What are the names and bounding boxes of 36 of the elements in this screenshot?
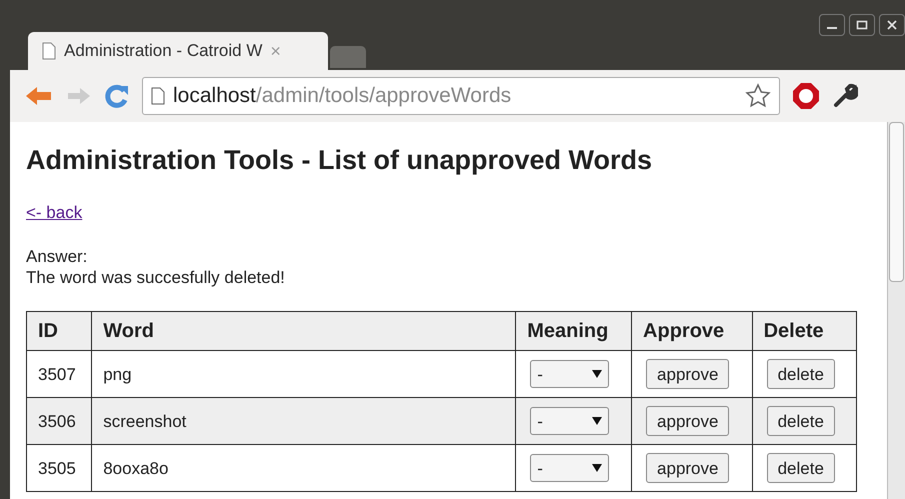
minimize-button[interactable]	[819, 14, 845, 36]
tab-title: Administration - Catroid W	[64, 40, 262, 62]
delete-button[interactable]: delete	[766, 453, 835, 484]
table-cell: 8ooxa8o	[92, 444, 516, 492]
table-cell: 3505	[26, 444, 92, 492]
meaning-dropdown[interactable]: -	[530, 454, 610, 482]
delete-button[interactable]: delete	[766, 406, 835, 436]
back-arrow-icon[interactable]	[24, 84, 54, 108]
delete-button[interactable]: delete	[766, 359, 835, 390]
approve-button[interactable]: approve	[646, 359, 730, 390]
back-link[interactable]: <- back	[26, 200, 82, 226]
answer-label: Answer:	[26, 246, 88, 268]
approve-button[interactable]: approve	[646, 406, 730, 436]
wrench-icon[interactable]	[832, 83, 858, 109]
dropdown-arrow-icon	[592, 416, 602, 426]
reload-icon[interactable]	[104, 83, 130, 109]
minimize-icon	[827, 27, 837, 29]
column-header: Word	[92, 312, 516, 351]
url-text: localhost/admin/tools/approveWords	[173, 83, 512, 110]
browser-tab[interactable]: Administration - Catroid W ×	[28, 32, 328, 70]
meaning-dropdown[interactable]: -	[530, 360, 610, 388]
page-heading: Administration Tools - List of unapproved Words	[26, 144, 653, 177]
dropdown-arrow-icon	[592, 369, 602, 380]
page-icon	[42, 42, 56, 60]
page-icon	[151, 87, 165, 105]
stop-sign-icon[interactable]	[792, 82, 820, 110]
address-bar[interactable]: localhost/admin/tools/approveWords	[142, 77, 780, 115]
column-header: ID	[26, 312, 92, 351]
star-icon[interactable]	[745, 83, 771, 109]
dropdown-arrow-icon	[592, 463, 602, 474]
scrollbar[interactable]	[887, 122, 905, 499]
approve-button[interactable]: approve	[646, 453, 730, 484]
meaning-dropdown[interactable]: -	[530, 407, 610, 436]
close-button[interactable]	[879, 14, 905, 36]
maximize-button[interactable]	[849, 14, 875, 36]
answer-message: The word was succesfully deleted!	[26, 267, 286, 288]
